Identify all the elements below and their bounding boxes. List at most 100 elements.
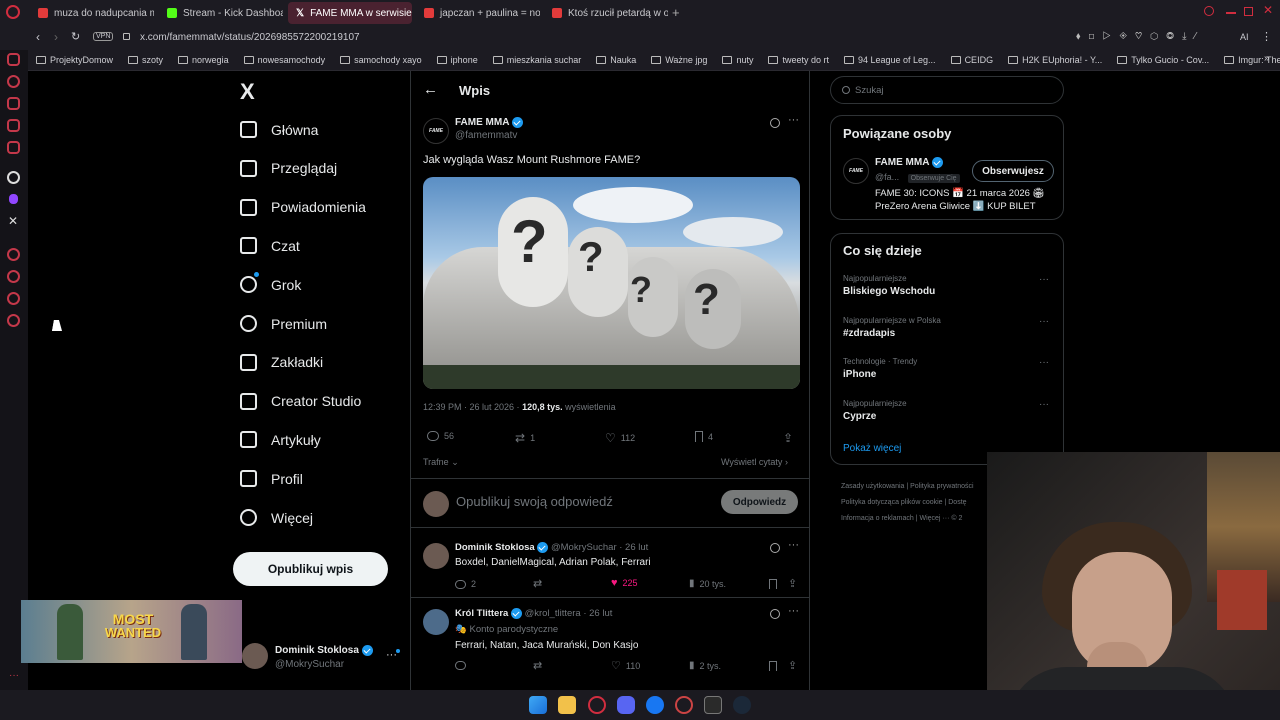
close-icon[interactable]: ✕	[1263, 3, 1273, 17]
post-author-handle[interactable]: @famemmatv	[455, 130, 517, 141]
share-icon[interactable]: ⇪	[788, 659, 797, 672]
discord-icon[interactable]	[617, 696, 635, 714]
extensions-icons[interactable]: ⬧◻▷◈♡⬡◎⤓⁄	[1076, 31, 1204, 42]
nav-profile[interactable]: Profil	[240, 470, 303, 488]
bookmark-item[interactable]: iphone	[436, 55, 478, 65]
bookmark-item[interactable]: 94 League of Leg...	[843, 55, 936, 65]
trend-item[interactable]: Technologie · Trendy iPhone ···	[843, 357, 1053, 380]
share-icon[interactable]: ⇪	[783, 431, 793, 445]
clock-sidebar-icon[interactable]	[7, 270, 20, 283]
reply-views-action[interactable]: ▮ 20 tys.	[689, 578, 726, 589]
bookmark-item[interactable]: ProjektyDomow	[36, 55, 113, 65]
bookmark-item[interactable]: H2K EUphoria! - Y...	[1008, 55, 1102, 65]
reply-action[interactable]: 56	[427, 431, 454, 441]
post-more-icon[interactable]: ···	[788, 114, 799, 126]
opera-taskbar-icon[interactable]	[588, 696, 606, 714]
tab-4[interactable]: japczan + paulina = norma	[416, 2, 540, 24]
share-icon[interactable]: ⇪	[788, 577, 797, 590]
bookmark-item[interactable]: CEIDG	[950, 55, 993, 65]
menu-icon[interactable]: ⋮	[1261, 30, 1272, 43]
avatar[interactable]: FAME	[843, 158, 869, 184]
steam-icon[interactable]	[733, 696, 751, 714]
trend-more-icon[interactable]: ···	[1039, 399, 1049, 410]
bookmark-item[interactable]: Nauka	[596, 55, 636, 65]
nav-bookmarks[interactable]: Zakładki	[240, 353, 323, 371]
trend-more-icon[interactable]: ···	[1039, 357, 1049, 368]
trend-item[interactable]: Najpopularniejsze Bliskiego Wschodu ···	[843, 274, 1053, 297]
nav-chat[interactable]: Czat	[240, 237, 300, 255]
youtube-sidebar-icon[interactable]	[7, 53, 20, 66]
nav-premium[interactable]: Premium	[240, 315, 327, 332]
back-arrow-icon[interactable]: ←	[423, 81, 438, 98]
chatgpt-sidebar-icon[interactable]	[7, 171, 20, 184]
reply-input[interactable]: Opublikuj swoją odpowiedź	[456, 494, 613, 509]
nav-home[interactable]: Główna	[240, 121, 318, 138]
terminal-icon[interactable]	[704, 696, 722, 714]
windows-start-icon[interactable]	[529, 696, 547, 714]
bookmark-item[interactable]: norwegia	[178, 55, 229, 65]
bookmarks-more-icon[interactable]: »	[1264, 53, 1270, 64]
reply-like-action[interactable]: ♥ 225	[611, 577, 638, 589]
reply-item[interactable]: Dominik Stoklosa @MokrySuchar · 26 lut ·…	[411, 533, 809, 598]
settings-sidebar-icon[interactable]	[7, 314, 20, 327]
back-icon[interactable]: ‹	[36, 30, 40, 44]
reply-more-icon[interactable]: ···	[788, 539, 799, 551]
search-input[interactable]: Szukaj	[855, 85, 884, 96]
post-image[interactable]: ? ? ? ?	[423, 177, 800, 389]
nav-more[interactable]: Więcej	[240, 509, 313, 526]
follow-button[interactable]: Obserwujesz	[972, 160, 1054, 182]
like-action[interactable]: ♡ 112	[605, 431, 635, 445]
view-quotes-link[interactable]: Wyświetl cytaty ›	[721, 457, 788, 467]
post-author-name[interactable]: FAME MMA	[455, 117, 523, 128]
instagram-sidebar-icon[interactable]	[7, 141, 20, 154]
person-name[interactable]: FAME MMA	[875, 157, 943, 168]
footer-line[interactable]: Informacja o reklamach | Więcej ··· © 2	[841, 511, 974, 527]
bookmark-item[interactable]: Tylko Gucio - Cov...	[1117, 55, 1209, 65]
bookmark-icon[interactable]	[769, 661, 777, 671]
reply-reply-action[interactable]	[455, 661, 466, 670]
bookmark-item[interactable]: samochody xayo	[340, 55, 422, 65]
player-sidebar-icon[interactable]	[7, 248, 20, 261]
ai-label[interactable]: AI	[1240, 32, 1249, 42]
repost-action[interactable]: ⇄ 1	[515, 431, 535, 445]
footer-line[interactable]: Polityka dotycząca plików cookie | Dostę	[841, 495, 974, 511]
file-explorer-icon[interactable]	[558, 696, 576, 714]
show-more-link[interactable]: Pokaż więcej	[843, 443, 901, 454]
reply-repost-action[interactable]: ⇄	[533, 577, 542, 590]
sort-dropdown[interactable]: Trafne ⌄	[423, 457, 459, 468]
reply-author[interactable]: Król Tlittera	[455, 608, 508, 619]
tab-5[interactable]: Ktoś rzucił petardą w okno	[544, 2, 668, 24]
reload-icon[interactable]: ↻	[71, 30, 80, 43]
messenger-sidebar-icon[interactable]	[7, 119, 20, 132]
footer-line[interactable]: Zasady użytkowania | Polityka prywatnośc…	[841, 479, 974, 495]
pinboard-sidebar-icon[interactable]	[7, 292, 20, 305]
post-author-avatar[interactable]: FAME	[423, 118, 449, 144]
forward-icon[interactable]: ›	[54, 30, 58, 44]
bookmark-item[interactable]: nowesamochody	[243, 55, 325, 65]
nav-creator-studio[interactable]: Creator Studio	[240, 392, 361, 410]
tab-3-active[interactable]: 𝕏 FAME MMA w serwisie X:	[288, 2, 412, 24]
history-sidebar-icon[interactable]	[7, 75, 20, 88]
reply-repost-action[interactable]: ⇄	[533, 659, 542, 672]
bookmark-item[interactable]: mieszkania suchar	[492, 55, 581, 65]
trend-more-icon[interactable]: ···	[1039, 274, 1049, 285]
twitch-sidebar-icon[interactable]	[9, 194, 18, 204]
trend-item[interactable]: Najpopularniejsze w Polska #zdradapis ···	[843, 316, 1053, 339]
bookmark-action[interactable]: 4	[695, 431, 713, 442]
reply-more-icon[interactable]: ···	[788, 605, 799, 617]
more-sidebar-icon[interactable]: ···	[9, 670, 19, 681]
minimize-icon[interactable]	[1226, 12, 1236, 14]
tab-1[interactable]: muza do nadupcania m	[30, 2, 154, 24]
footer-links[interactable]: Zasady użytkowania | Polityka prywatnośc…	[841, 479, 974, 527]
trend-more-icon[interactable]: ···	[1039, 316, 1049, 327]
search-tabs-icon[interactable]	[1204, 6, 1214, 16]
chrome-icon[interactable]	[675, 696, 693, 714]
wallet-sidebar-icon[interactable]	[7, 97, 20, 110]
nav-grok[interactable]: Grok	[240, 272, 301, 294]
grok-icon[interactable]	[770, 118, 780, 128]
url-field[interactable]: x.com/famemmatv/status/20269855722002191…	[140, 32, 360, 43]
search-box[interactable]: Szukaj	[830, 76, 1064, 104]
bookmark-icon[interactable]	[769, 579, 777, 589]
account-switcher[interactable]: Dominik Stoklosa @MokrySuchar ···	[242, 643, 402, 675]
reply-reply-action[interactable]: 2	[455, 579, 476, 589]
